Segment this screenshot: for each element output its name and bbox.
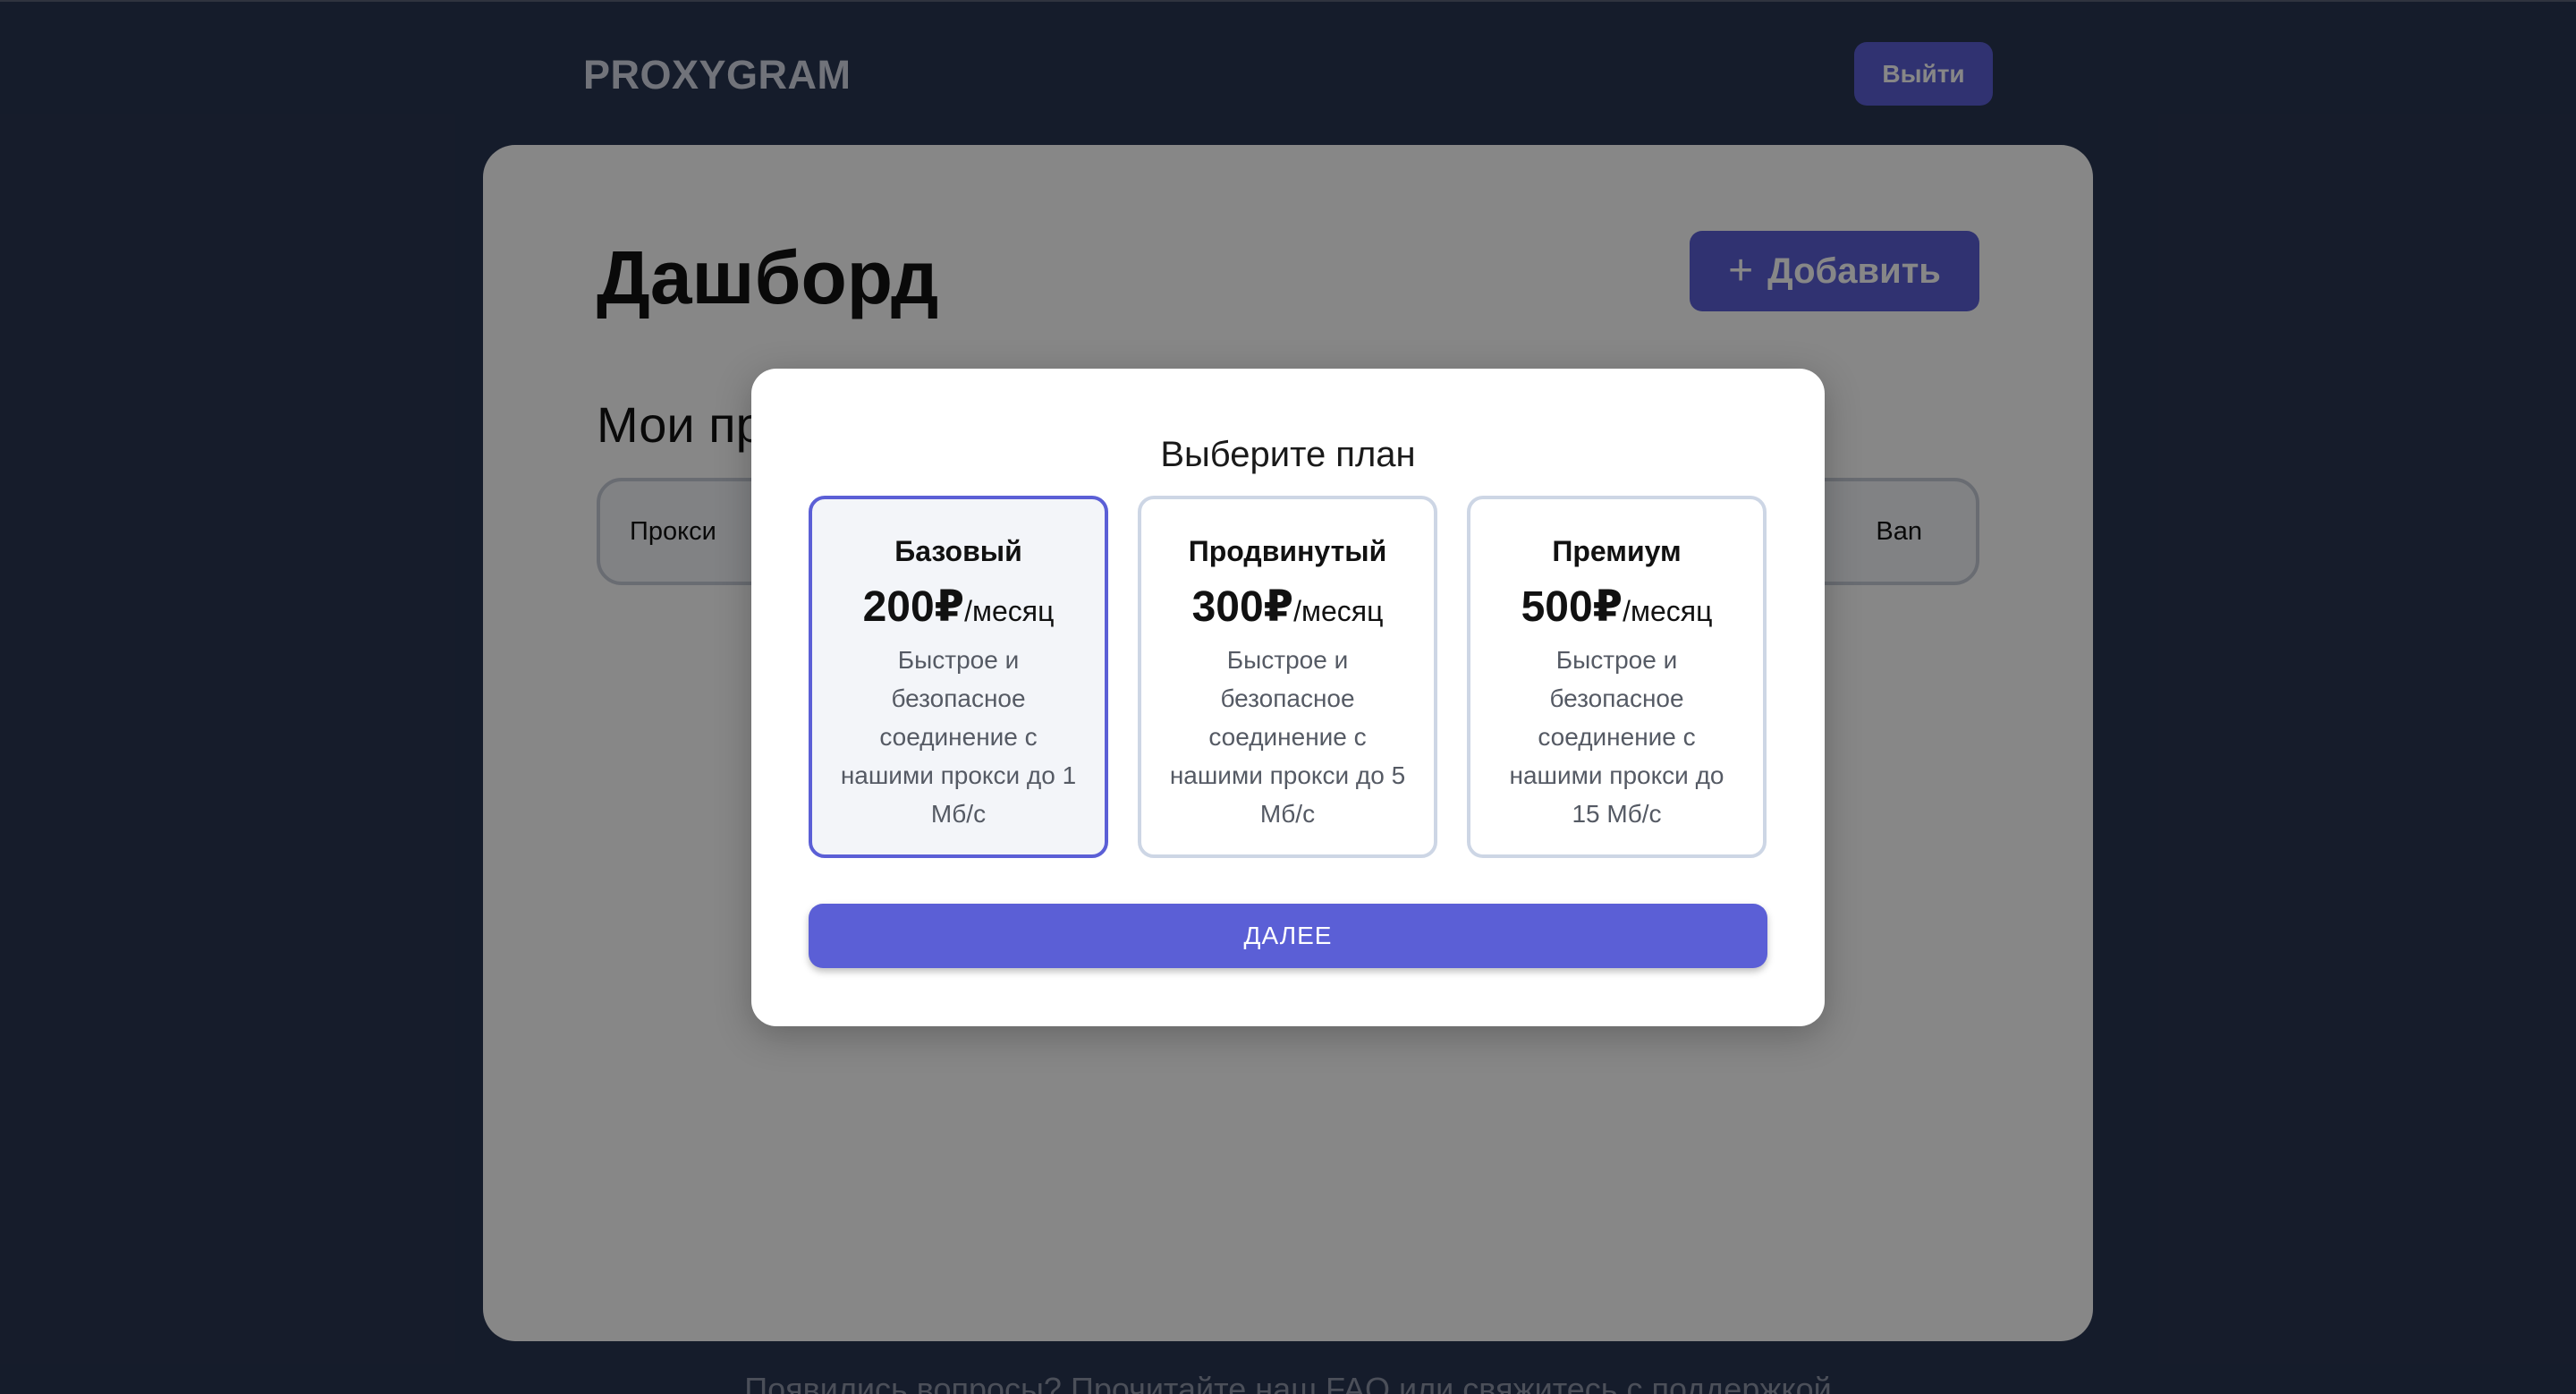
price-unit: /месяц xyxy=(1623,595,1713,627)
plan-description: Быстрое и безопасное соединение с нашими… xyxy=(1509,646,1724,828)
price-amount: 300₽ xyxy=(1191,583,1294,631)
plan-name: Базовый xyxy=(894,535,1022,567)
plan-price: 300₽/месяц xyxy=(1141,582,1434,632)
plan-card-advanced[interactable]: Продвинутый 300₽/месяц Быстрое и безопас… xyxy=(1138,496,1437,858)
next-button[interactable]: ДАЛЕЕ xyxy=(809,904,1767,968)
plan-description: Быстрое и безопасное соединение с нашими… xyxy=(840,646,1077,828)
plan-selection-modal: Выберите план Базовый 200₽/месяц Быстрое… xyxy=(751,369,1825,1026)
price-amount: 200₽ xyxy=(862,583,965,631)
plan-price: 200₽/месяц xyxy=(812,582,1105,632)
plan-description: Быстрое и безопасное соединение с нашими… xyxy=(1169,646,1406,828)
plan-card-premium[interactable]: Премиум 500₽/месяц Быстрое и безопасное … xyxy=(1467,496,1767,858)
price-amount: 500₽ xyxy=(1521,583,1623,631)
plan-name: Продвинутый xyxy=(1188,535,1387,567)
price-unit: /месяц xyxy=(1293,595,1384,627)
plan-name: Премиум xyxy=(1552,535,1682,567)
modal-title: Выберите план xyxy=(1160,435,1416,474)
plan-card-basic[interactable]: Базовый 200₽/месяц Быстрое и безопасное … xyxy=(809,496,1108,858)
price-unit: /месяц xyxy=(964,595,1055,627)
plan-price: 500₽/месяц xyxy=(1470,582,1763,632)
